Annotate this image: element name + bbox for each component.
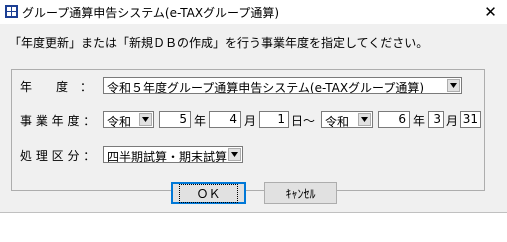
to-month-input[interactable]: 3 — [428, 111, 444, 128]
to-year-input[interactable]: 6 — [378, 111, 410, 128]
cancel-button[interactable]: ｷｬﾝｾﾙ — [264, 182, 337, 204]
close-button[interactable]: ✕ — [474, 0, 507, 24]
from-era-value: 令和 — [107, 115, 132, 128]
to-year-unit: 年 — [413, 114, 426, 128]
to-day-input[interactable]: 31 — [460, 111, 481, 128]
chevron-down-icon[interactable] — [358, 113, 371, 126]
fiscal-year-label: 年 度 ： — [20, 80, 93, 94]
process-type-label: 処 理 区 分 ： — [20, 149, 96, 163]
close-icon: ✕ — [484, 3, 497, 21]
window-bottom-divider — [0, 212, 507, 213]
process-type-select[interactable]: 四半期試算・期末試算 — [103, 146, 243, 163]
from-month-input[interactable]: 4 — [209, 111, 241, 128]
instruction-text: 「年度更新」または「新規ＤＢの作成」を行う事業年度を指定してください。 — [9, 36, 429, 50]
from-era-select[interactable]: 令和 — [103, 111, 154, 128]
fiscal-year-value: 令和５年度グループ通算申告システム(e-TAXグループ通算) — [107, 81, 425, 94]
period-separator: 日～ — [291, 114, 316, 128]
to-era-value: 令和 — [325, 115, 350, 128]
to-era-select[interactable]: 令和 — [321, 111, 373, 128]
process-type-value: 四半期試算・期末試算 — [107, 150, 228, 163]
ok-button[interactable]: ＯＫ — [171, 182, 246, 204]
chevron-down-icon[interactable] — [228, 148, 241, 161]
fiscal-year-select[interactable]: 令和５年度グループ通算申告システム(e-TAXグループ通算) — [103, 77, 462, 94]
cancel-button-label: ｷｬﾝｾﾙ — [285, 186, 316, 201]
chevron-down-icon[interactable] — [447, 79, 460, 92]
settings-group: 年 度 ： 令和５年度グループ通算申告システム(e-TAXグループ通算) 事 業… — [11, 69, 485, 191]
ok-button-label: ＯＫ — [179, 183, 238, 203]
period-label: 事 業 年 度 ： — [20, 114, 96, 128]
window-title: グループ通算申告システム(e-TAXグループ通算) — [22, 6, 280, 20]
from-day-input[interactable]: 1 — [259, 111, 289, 128]
dialog-body: 「年度更新」または「新規ＤＢの作成」を行う事業年度を指定してください。 年 度 … — [0, 24, 507, 212]
title-bar: グループ通算申告システム(e-TAXグループ通算) ✕ — [0, 0, 507, 24]
to-month-unit: 月 — [446, 114, 459, 128]
from-month-unit: 月 — [244, 114, 257, 128]
from-year-input[interactable]: 5 — [159, 111, 191, 128]
chevron-down-icon[interactable] — [139, 113, 152, 126]
app-icon — [5, 5, 18, 18]
from-year-unit: 年 — [194, 114, 207, 128]
